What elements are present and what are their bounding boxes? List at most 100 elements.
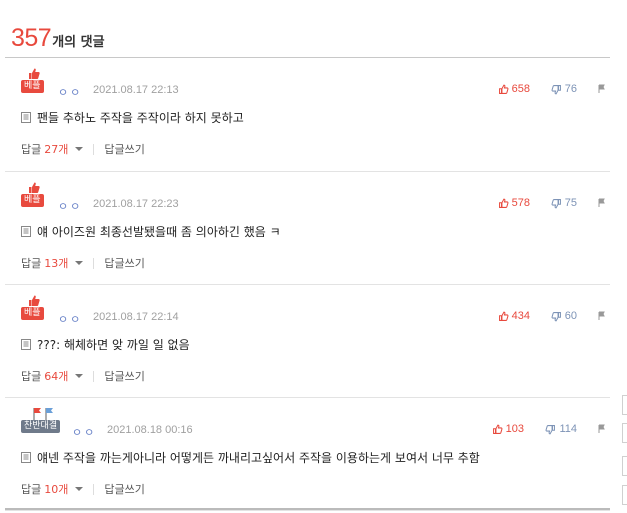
caret-down-icon	[75, 374, 84, 378]
badge-label: 찬반대결	[21, 420, 61, 433]
comment-item: 베플 ㅇㅇ 2021.08.17 22:13 658 76 팬들 추하노 주작을…	[5, 58, 610, 172]
document-icon	[21, 226, 31, 237]
comment-author[interactable]: ㅇㅇ	[58, 311, 82, 327]
divider	[93, 483, 95, 495]
comment-text: 얘 아이즈원 최종선발됐을때 좀 의아하긴 했음 ㅋ	[37, 225, 281, 239]
comment-list: 베플 ㅇㅇ 2021.08.17 22:13 658 76 팬들 추하노 주작을…	[5, 57, 610, 511]
caret-down-icon	[75, 261, 84, 265]
reply-count: 64개	[44, 370, 69, 383]
reply-label: 답글	[21, 143, 42, 156]
side-scroll-tab[interactable]	[622, 485, 627, 505]
comment-date: 2021.08.17 22:13	[93, 84, 179, 96]
reply-count: 13개	[44, 257, 69, 270]
reply-row: 답글 64개 답글쓰기	[21, 368, 145, 384]
reply-label: 답글	[21, 370, 42, 383]
dislike-count: 60	[564, 310, 577, 322]
comment-text: 얘넨 주작을 까는게아니라 어떻게든 까내리고싶어서 주작을 이용하는게 보여서…	[37, 451, 480, 465]
comment-text-row: 얘 아이즈원 최종선발됐을때 좀 의아하긴 했음 ㅋ	[21, 223, 281, 240]
document-icon	[21, 452, 31, 463]
dislike-button[interactable]: 60	[551, 310, 577, 322]
thumbs-up-icon	[498, 311, 509, 321]
reply-toggle[interactable]: 답글 64개	[21, 368, 84, 384]
reply-row: 답글 10개 답글쓰기	[21, 481, 145, 497]
comment-author[interactable]: ㅇㅇ	[58, 84, 82, 100]
side-scroll-tab[interactable]	[622, 423, 627, 443]
report-icon[interactable]	[597, 198, 607, 208]
badge-label: 베플	[21, 80, 44, 93]
comment-text: ???: 해체하면 앚 까일 일 없음	[37, 338, 190, 352]
best-badge: 베플	[21, 294, 51, 322]
like-count: 103	[505, 423, 524, 435]
reply-toggle[interactable]: 답글 13개	[21, 255, 84, 271]
best-badge: 베플	[21, 181, 51, 209]
debate-badge: 찬반대결	[21, 407, 65, 435]
side-scroll-tab[interactable]	[622, 395, 627, 415]
like-button[interactable]: 103	[492, 423, 524, 435]
reply-count: 27개	[44, 143, 69, 156]
write-reply-button[interactable]: 답글쓰기	[104, 368, 144, 384]
reply-count: 10개	[44, 483, 69, 496]
thumbs-up-icon	[29, 295, 40, 306]
divider	[93, 143, 95, 155]
comment-date: 2021.08.18 00:16	[107, 424, 193, 436]
like-count: 658	[511, 83, 530, 95]
thumbs-up-icon	[492, 424, 503, 434]
dislike-button[interactable]: 76	[551, 83, 577, 95]
comment-count: 357	[11, 24, 52, 52]
list-bottom-divider	[5, 508, 610, 510]
reply-toggle[interactable]: 답글 10개	[21, 481, 84, 497]
comment-author[interactable]: ㅇㅇ	[58, 198, 82, 214]
document-icon	[21, 112, 31, 123]
dislike-button[interactable]: 114	[545, 423, 577, 435]
dislike-count: 114	[559, 423, 577, 435]
like-count: 578	[511, 197, 530, 209]
comment-date: 2021.08.17 22:14	[93, 311, 179, 323]
comment-date: 2021.08.17 22:23	[93, 198, 179, 210]
thumbs-down-icon	[551, 198, 561, 208]
thumbs-up-icon	[29, 182, 40, 193]
like-button[interactable]: 578	[498, 197, 530, 209]
thumbs-down-icon	[551, 84, 561, 94]
dislike-count: 75	[564, 197, 577, 209]
comment-item: 베플 ㅇㅇ 2021.08.17 22:14 434 60 ???: 해체하면 …	[5, 285, 610, 398]
comment-item: 베플 ㅇㅇ 2021.08.17 22:23 578 75 얘 아이즈원 최종선…	[5, 172, 610, 285]
comment-count-suffix: 개의 댓글	[52, 35, 105, 50]
report-icon[interactable]	[597, 424, 607, 434]
reply-label: 답글	[21, 483, 42, 496]
like-count: 434	[511, 310, 530, 322]
comment-text: 팬들 추하노 주작을 주작이라 하지 못하고	[37, 111, 244, 125]
thumbs-up-icon	[498, 84, 509, 94]
reply-label: 답글	[21, 257, 42, 270]
badge-label: 베플	[21, 194, 44, 207]
report-icon[interactable]	[597, 311, 607, 321]
thumbs-up-icon	[498, 198, 509, 208]
best-badge: 베플	[21, 67, 51, 95]
document-icon	[21, 339, 31, 350]
flags-icon	[33, 408, 53, 420]
write-reply-button[interactable]: 답글쓰기	[104, 481, 144, 497]
comment-item: 찬반대결 ㅇㅇ 2021.08.18 00:16 103 114 얘넨 주작을 …	[5, 398, 610, 511]
divider	[93, 257, 95, 269]
reply-row: 답글 13개 답글쓰기	[21, 255, 145, 271]
reply-toggle[interactable]: 답글 27개	[21, 141, 84, 157]
divider	[93, 370, 95, 382]
thumbs-down-icon	[545, 424, 556, 434]
caret-down-icon	[75, 487, 84, 491]
thumbs-up-icon	[29, 68, 40, 79]
comments-header: 357 개의 댓글	[11, 24, 105, 54]
reply-row: 답글 27개 답글쓰기	[21, 141, 145, 157]
like-button[interactable]: 434	[498, 310, 530, 322]
thumbs-down-icon	[551, 311, 561, 321]
write-reply-button[interactable]: 답글쓰기	[104, 255, 144, 271]
dislike-count: 76	[564, 83, 577, 95]
write-reply-button[interactable]: 답글쓰기	[104, 141, 144, 157]
comment-text-row: ???: 해체하면 앚 까일 일 없음	[21, 336, 190, 353]
badge-label: 베플	[21, 307, 44, 320]
like-button[interactable]: 658	[498, 83, 530, 95]
comment-author[interactable]: ㅇㅇ	[72, 424, 96, 440]
caret-down-icon	[75, 147, 84, 151]
comment-text-row: 얘넨 주작을 까는게아니라 어떻게든 까내리고싶어서 주작을 이용하는게 보여서…	[21, 449, 480, 466]
dislike-button[interactable]: 75	[551, 197, 577, 209]
side-scroll-tab[interactable]	[622, 456, 627, 476]
report-icon[interactable]	[597, 84, 607, 94]
